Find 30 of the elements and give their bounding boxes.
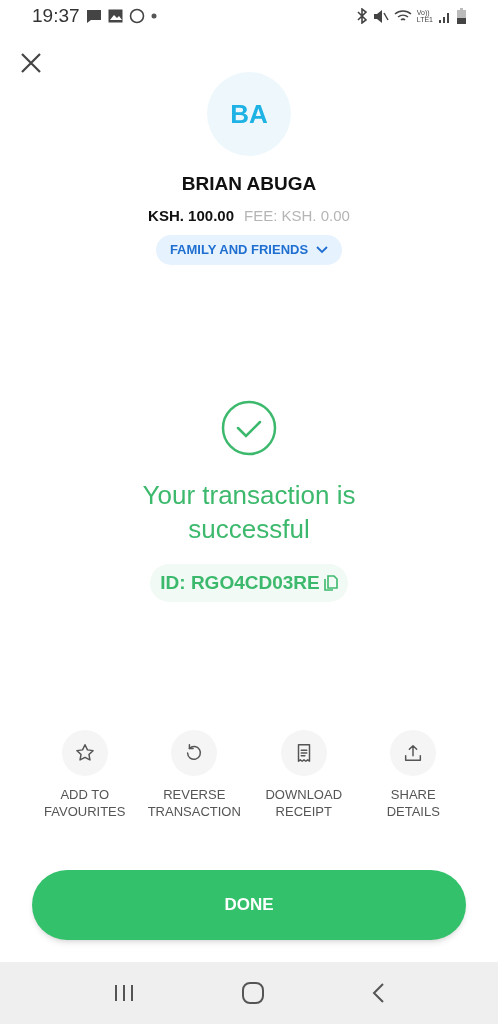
amount-text: KSH. 100.00 [148, 205, 234, 226]
chevron-down-icon [316, 246, 329, 254]
image-icon [107, 9, 123, 23]
dot-icon [150, 13, 157, 19]
star-icon [73, 742, 96, 764]
category-dropdown[interactable]: FAMILY AND FRIENDS [155, 235, 343, 265]
mute-icon [372, 8, 389, 24]
action-label: REVERSE TRANSACTION [147, 786, 241, 820]
check-circle-icon [221, 400, 277, 456]
battery-icon [457, 8, 466, 24]
action-label: DOWNLOAD RECEIPT [265, 786, 343, 820]
bluetooth-icon [355, 8, 368, 24]
transaction-id: ID: RGO4CD03RE [160, 570, 320, 595]
recipient-name: BRIAN ABUGA [181, 172, 317, 196]
action-button[interactable]: REVERSE TRANSACTION [139, 730, 249, 820]
avatar: BA [207, 72, 291, 156]
home-icon[interactable] [241, 981, 265, 1005]
action-label: ADD TO FAVOURITES [44, 786, 126, 820]
close-icon[interactable] [20, 52, 42, 74]
back-icon[interactable] [371, 982, 385, 1004]
status-time: 19:37 [32, 3, 80, 28]
success-message: Your transaction is successful [141, 479, 357, 546]
action-button[interactable]: SHARE DETAILS [358, 730, 468, 820]
fee-text: FEE: KSH. 0.00 [244, 205, 350, 226]
action-button[interactable]: ADD TO FAVOURITES [30, 730, 140, 820]
wifi-icon [393, 8, 412, 24]
message-icon [85, 8, 102, 24]
action-button[interactable]: DOWNLOAD RECEIPT [249, 730, 359, 820]
action-label: SHARE DETAILS [386, 786, 440, 820]
recent-apps-icon[interactable] [113, 983, 135, 1003]
